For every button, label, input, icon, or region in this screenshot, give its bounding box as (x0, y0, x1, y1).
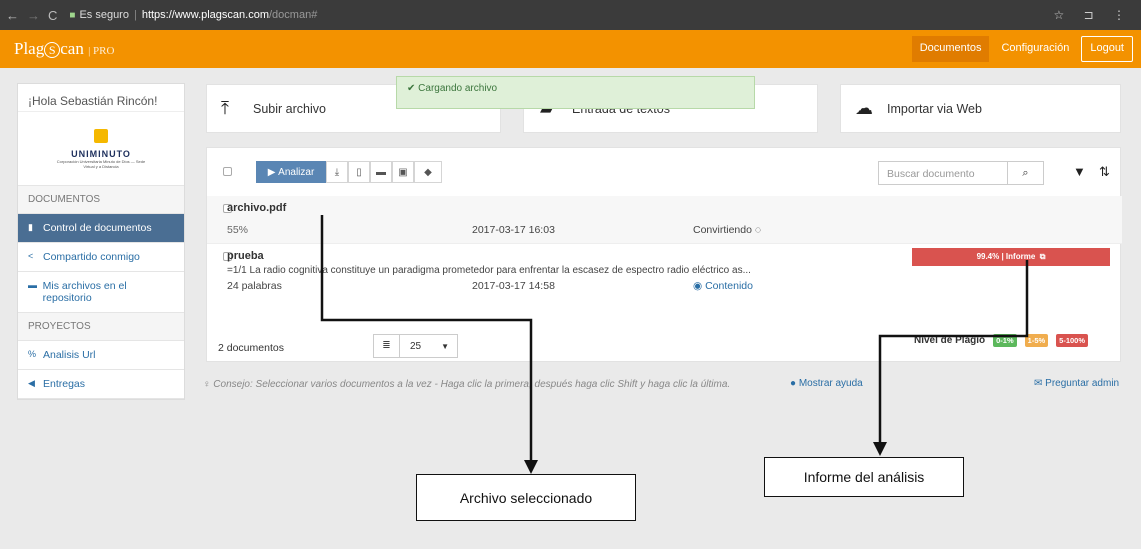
annotation-selected-file: Archivo seleccionado (416, 474, 636, 521)
annotation-arrows (320, 215, 1029, 474)
annotation-analysis-report: Informe del análisis (764, 457, 964, 497)
